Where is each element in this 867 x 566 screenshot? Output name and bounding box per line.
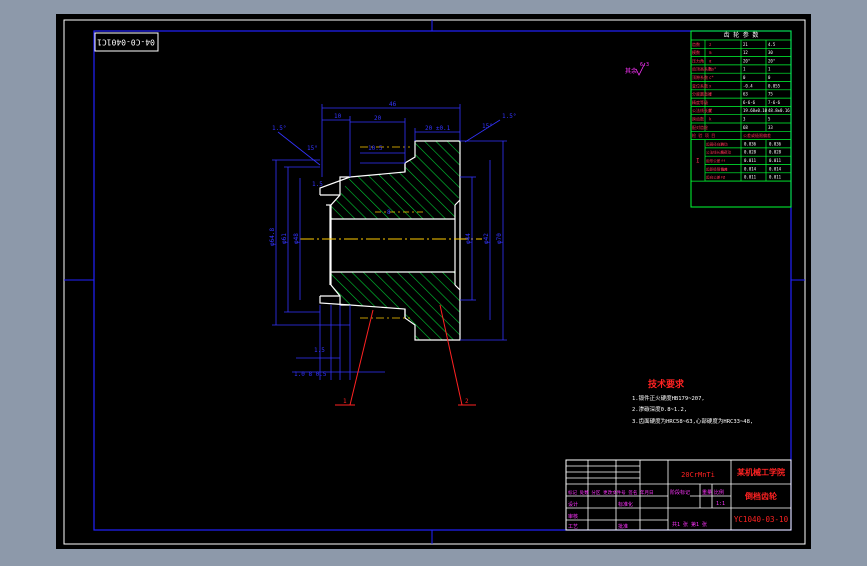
tech-title: 技术要求: [648, 378, 685, 390]
check-row-value-1: 0.036: [744, 141, 757, 146]
param-row-name: 变位系数: [692, 82, 708, 88]
param-row-value-2: 48.8±0.16: [768, 108, 790, 113]
check-row-value-2: 0.011: [769, 175, 782, 180]
weight-label: 重量: [702, 489, 712, 496]
check-row-value-2: 0.036: [769, 141, 782, 146]
dim-chamfer-right: 1.5°: [502, 113, 516, 120]
check-header: 公差或极限偏差: [743, 132, 771, 138]
param-row-value-1: 6-6-6: [743, 100, 756, 105]
dim-chamfer-inner: 1.5: [312, 181, 323, 188]
title-labels-row: 标记 处数 分区 更改文件号 签名 年月日: [568, 489, 654, 496]
sheet-count-label: 共1 张 第1 张: [672, 521, 707, 528]
dim-slope-right: 15°: [482, 123, 493, 130]
param-row-value-1: 63: [743, 92, 748, 97]
scale-label: 比例: [714, 489, 724, 496]
design-label: 设计: [568, 501, 578, 508]
check-row-value-1: 0.011: [744, 158, 757, 163]
check-row-symbol: fpt: [721, 167, 728, 171]
check-row-symbol: ff: [721, 159, 725, 163]
param-row-value-1: 68: [743, 125, 748, 130]
check-row-name: 齿形公差: [706, 158, 721, 163]
drawing-code-label: YC1040-03-10: [734, 515, 789, 524]
param-row-value-2: 0.055: [768, 83, 781, 88]
param-row-name: 齿数: [692, 41, 700, 47]
check-row-name: 公法线长度变动: [706, 150, 732, 155]
check-row-value-1: 0.028: [744, 150, 757, 155]
param-row-value-1: 20°: [743, 58, 750, 63]
approve-label: 批准: [618, 523, 628, 530]
process-label: 工艺: [568, 524, 578, 530]
param-row-value-2: 4.5: [768, 42, 776, 47]
param-row-name: 精度等级: [692, 99, 708, 105]
roughness-value: 6.3: [640, 62, 649, 68]
check-row-value-2: 0.014: [769, 166, 782, 171]
cad-viewport[interactable]: 04-C0-0401C1 其余 6.3 46 10 20 20 ±0.1 1.5…: [0, 0, 867, 562]
dim-dia-right-3: φ70: [496, 233, 503, 244]
param-row-name: 顶隙系数: [692, 74, 708, 80]
dim-bore-mid: 8: [387, 209, 391, 216]
check-row-value-2: 0.011: [769, 158, 782, 163]
scale-value: 1:1: [716, 501, 725, 507]
param-row-value-1: -0.4: [743, 83, 753, 88]
tech-item-2: 2.渗碳深度0.8~1.2,: [632, 405, 687, 413]
dim-chamfer-left: 1.5°: [272, 125, 286, 132]
balloon-1: 1: [343, 398, 347, 405]
dim-top-left: 10: [334, 113, 342, 120]
material-label: 20CrMnTi: [681, 471, 715, 479]
param-row-value-2: 7-6-6: [768, 100, 781, 105]
tech-item-3: 3.齿面硬度为HRC58~63,心部硬度为HRC33~48,: [632, 417, 753, 425]
param-row-name: 模数: [692, 49, 700, 55]
dim-dia-left-2: φ61: [281, 233, 288, 244]
stage-label: 阶段标记: [670, 489, 690, 496]
param-row-value-1: 19.68±0.10: [743, 108, 768, 113]
dim-top-right: 20 ±0.1: [425, 125, 451, 132]
check-group-label: I: [696, 157, 700, 164]
dim-bore-top: 10.5: [368, 145, 383, 152]
param-row-value-1: 12: [743, 50, 748, 55]
param-row-symbol: ha*: [709, 67, 717, 72]
drawing-canvas[interactable]: 04-C0-0401C1 其余 6.3 46 10 20 20 ±0.1 1.5…: [0, 0, 867, 562]
param-row-value-2: 75: [768, 92, 773, 97]
check-row-value-1: 0.011: [744, 175, 757, 180]
param-row-value-2: 33: [768, 125, 773, 130]
review-label: 审核: [568, 513, 578, 520]
check-row-value-2: 0.028: [769, 150, 782, 155]
param-row-name: 配对齿轮: [692, 124, 708, 130]
roughness-note: 其余: [625, 67, 637, 75]
param-row-name: 压力角: [692, 57, 704, 63]
balloon-2: 2: [465, 398, 469, 405]
check-row-value-1: 0.014: [744, 166, 757, 171]
param-row-value-2: 30: [768, 50, 773, 55]
dim-dia-right-2: φ42: [483, 233, 490, 244]
check-row-symbol: Fβ: [721, 176, 725, 180]
dim-top-overall: 46: [389, 101, 397, 108]
dim-dia-right-1: φ44: [465, 233, 472, 244]
part-name-label: 倒档齿轮: [744, 491, 777, 501]
check-row-name: 齿向公差: [706, 175, 721, 180]
standard-label: 标准化: [618, 501, 633, 508]
param-row-symbol: c*: [709, 75, 714, 80]
dim-slope-left: 15°: [307, 145, 318, 152]
drawing-number-text: 04-C0-0401C1: [97, 38, 155, 47]
param-row-value-2: 20°: [768, 58, 775, 63]
param-table-title: 齿 轮 参 数: [724, 31, 759, 39]
dim-top-mid: 20: [374, 115, 382, 122]
dim-dia-outer-left: φ64.8: [269, 228, 276, 246]
param-row-name: 跨齿数: [692, 116, 704, 122]
school-label: 某机械工学院: [736, 467, 785, 477]
dim-dia-left-3: φ48: [293, 233, 300, 244]
tech-item-1: 1.锻件正火硬度HB179~207,: [632, 394, 705, 402]
param-row-value-1: 21: [743, 42, 748, 47]
dim-bottom-values: 1.0 8 0.5: [294, 371, 327, 378]
check-title: 检 验 项 目: [692, 132, 715, 138]
dim-bottom-small: 1.5: [314, 347, 325, 354]
